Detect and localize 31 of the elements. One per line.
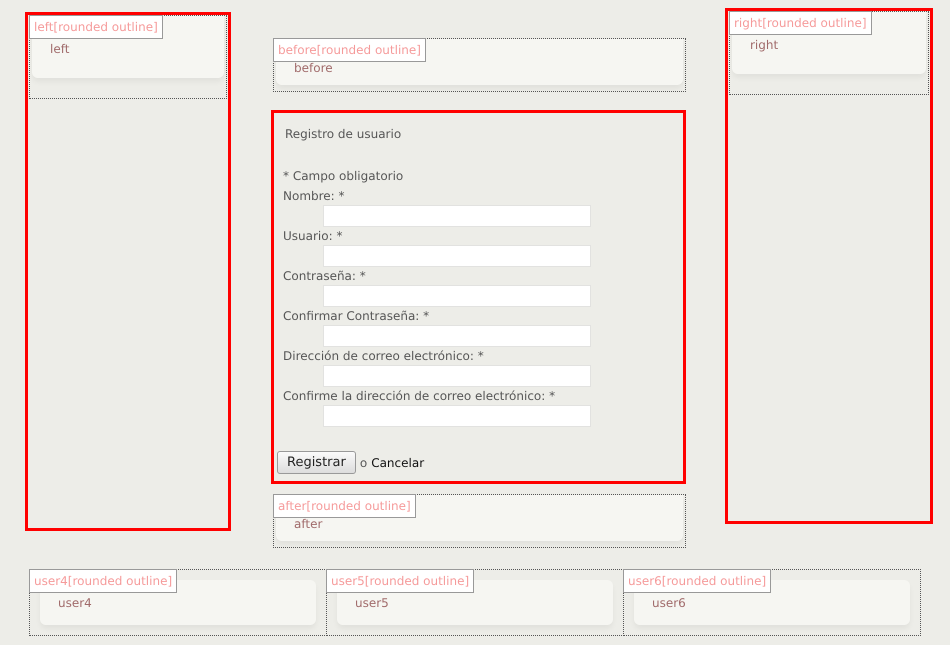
separator-text: o (360, 456, 368, 470)
module-content: after (294, 517, 322, 531)
form-title: Registro de usuario (285, 127, 402, 141)
module-content: right (750, 38, 778, 52)
field-label: Dirección de correo electrónico: * (283, 349, 485, 363)
module-position-tag: right[rounded outline] (729, 11, 872, 35)
input-field[interactable] (323, 365, 591, 387)
module-content: left (50, 42, 70, 56)
input-field[interactable] (323, 245, 591, 267)
module-content: user4 (58, 596, 92, 610)
field-label: Nombre: * (283, 189, 346, 203)
cancel-link[interactable]: Cancelar (371, 456, 424, 470)
module-content: user6 (652, 596, 686, 610)
module-position-tag: user6[rounded outline] (623, 569, 772, 593)
module-position-tag: before[rounded outline] (273, 38, 426, 62)
input-field[interactable] (323, 285, 591, 307)
field-label: Confirme la dirección de correo electrónico: * (283, 389, 556, 403)
module-position-tag: after[rounded outline] (273, 494, 416, 518)
register-button[interactable]: Registrar (277, 451, 356, 474)
field-label: Usuario: * (283, 229, 344, 243)
input-field[interactable] (323, 325, 591, 347)
module-content: before (294, 61, 333, 75)
module-content: user5 (355, 596, 389, 610)
module-position-tag: user5[rounded outline] (326, 569, 474, 593)
required-note: * Campo obligatorio (283, 169, 404, 183)
input-field[interactable] (323, 205, 591, 227)
field-label: Confirmar Contraseña: * (283, 309, 430, 323)
field-label: Contraseña: * (283, 269, 367, 283)
input-field[interactable] (323, 405, 591, 427)
module-position-tag: left[rounded outline] (29, 15, 163, 39)
module-position-tag: user4[rounded outline] (29, 569, 178, 593)
